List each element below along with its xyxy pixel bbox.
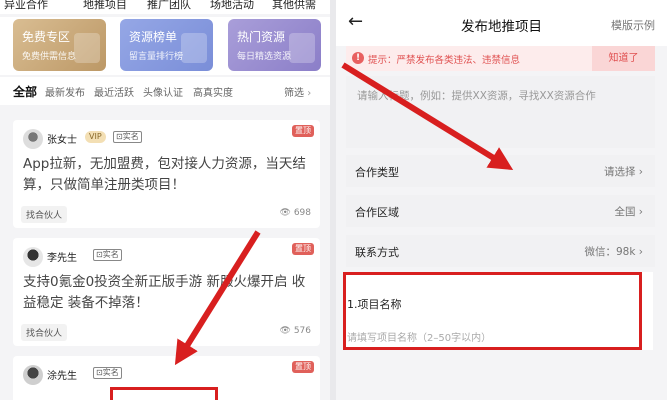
avatar [23,247,43,267]
verified-badge: ⊡实名 [93,367,122,379]
verified-label: 实名 [102,250,119,259]
post-category-tag: 找合伙人 [21,206,68,223]
verified-label: 实名 [122,132,139,141]
filter-screen-label: 筛选 [284,88,304,99]
category-tabs: 异业合作 地推项目 推广团队 场地活动 其他供需 [0,0,330,14]
row-value: 全国 › [614,204,643,219]
user-icon: ⊡ [96,368,103,377]
post-text: App拉新，无加盟费，包对接人力资源，当天结算，只做简单注册类项目！ [23,156,306,193]
avatar [23,365,43,385]
filter-newest[interactable]: 最新发布 [45,84,85,99]
tab-promo-teams[interactable]: 推广团队 [147,0,191,12]
filter-avatar-verified[interactable]: 头像认证 [143,84,183,99]
project-name-label: 1.项目名称 [347,298,402,311]
project-name-placeholder: 请填写项目名称（2–50字以内） [347,333,492,344]
row-value-text: 微信：98k [584,246,636,258]
author-name: 涂先生 [47,371,77,382]
trophy-icon [181,33,207,63]
filter-high-authenticity[interactable]: 高真实度 [193,84,233,99]
post-category-tag: 找合伙人 [21,324,68,341]
view-count: 👁 698 [280,208,312,218]
list-item[interactable]: 张女士 VIP ⊡实名 置顶 App拉新，无加盟费，包对接人力资源，当天结算，只… [13,120,320,228]
chevron-right-icon: › [638,206,643,218]
vip-badge: VIP [85,131,106,143]
user-icon: ⊡ [116,132,123,141]
verified-badge: ⊡实名 [113,131,142,143]
row-value: 微信：98k › [585,244,644,259]
row-label: 联系方式 [355,246,399,259]
warning-text: 提示：严禁发布各类违法、违禁信息 [368,55,521,66]
filter-bar: 全部 最新发布 最近活跃 头像认证 高真实度 筛选 › [0,77,330,105]
promo-card-free[interactable]: 免费专区 免费供需信息 [13,19,106,71]
avatar [23,129,43,149]
eye-icon: 👁 [279,208,291,218]
tab-venue-events[interactable]: 场地活动 [210,0,254,12]
header-bar: ← 发布地推项目 模版示例 [336,0,667,46]
filter-active[interactable]: 最近活跃 [94,84,134,99]
verified-badge: ⊡实名 [93,249,122,261]
row-label: 合作类型 [355,166,399,179]
filter-all[interactable]: 全部 [13,83,37,100]
dismiss-warning-button[interactable]: 知道了 [592,46,655,71]
list-item[interactable]: 李先生 ⊡实名 置顶 支持0氪金0投资全新正版手游 新服火爆开启 收益稳定 装备… [13,238,320,346]
promo-cards-row: 免费专区 免费供需信息 资源榜单 留言量排行榜 热门资源 每日精选资源 [0,17,330,75]
warning-banner: ! 提示：严禁发布各类违法、违禁信息 知道了 [346,46,655,71]
project-name-field[interactable]: 1.项目名称 请填写项目名称（2–50字以内） [346,272,653,350]
view-count-value: 576 [293,326,311,336]
tab-cross-industry[interactable]: 异业合作 [4,0,48,12]
contact-method-row[interactable]: 联系方式 微信：98k › [346,235,655,267]
list-item[interactable]: 涂先生 ⊡实名 置顶 [13,356,320,400]
author-name: 李先生 [47,253,77,264]
chevron-right-icon: › [638,246,643,258]
row-value-text: 请选择 [603,166,636,178]
post-text: 支持0氪金0投资全新正版手游 新服火爆开启 收益稳定 装备不掉落！ [23,274,306,311]
chevron-right-icon: › [307,88,312,99]
title-placeholder: 请输入标题，例如：提供XX资源，寻找XX资源合作 [357,90,596,102]
verified-label: 实名 [102,368,119,377]
author-name: 张女士 [47,135,77,146]
fire-icon [289,33,315,63]
publish-project-screen: ← 发布地推项目 模版示例 ! 提示：严禁发布各类违法、违禁信息 知道了 请输入… [336,0,667,400]
promo-card-hot[interactable]: 热门资源 每日精选资源 [228,19,321,71]
promo-card-ranking[interactable]: 资源榜单 留言量排行榜 [120,19,213,71]
cooperation-type-row[interactable]: 合作类型 请选择 › [346,155,655,187]
title-textarea[interactable]: 请输入标题，例如：提供XX资源，寻找XX资源合作 [346,76,655,148]
chevron-right-icon: › [638,166,643,178]
row-label: 合作区域 [355,206,399,219]
row-value: 请选择 › [604,164,643,179]
template-example-link[interactable]: 模版示例 [611,17,655,33]
user-icon: ⊡ [96,250,103,259]
project-list-screen: 异业合作 地推项目 推广团队 场地活动 其他供需 免费专区 免费供需信息 资源榜… [0,0,330,400]
row-value-text: 全国 [614,206,636,218]
eye-icon: 👁 [279,326,291,336]
view-count-value: 698 [293,208,311,218]
alert-icon: ! [352,52,364,64]
tab-other-supply[interactable]: 其他供需 [272,0,316,12]
gift-icon [74,33,100,63]
tab-ground-projects[interactable]: 地推项目 [83,0,127,12]
pinned-badge: 置顶 [292,243,314,255]
view-count: 👁 576 [280,326,312,336]
filter-screen-button[interactable]: 筛选 › [284,84,311,99]
pinned-badge: 置顶 [292,361,314,373]
cooperation-area-row[interactable]: 合作区域 全国 › [346,195,655,227]
pinned-badge: 置顶 [292,125,314,137]
